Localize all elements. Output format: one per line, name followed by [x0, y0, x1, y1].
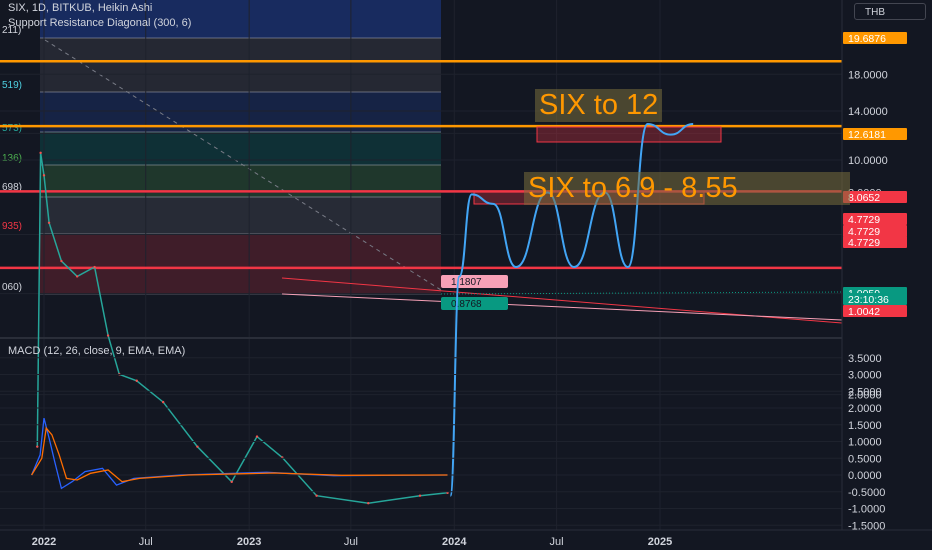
- time-tick-label: Jul: [139, 536, 153, 548]
- price-point: [42, 174, 46, 177]
- price-axis-badge-label: 12.6181: [848, 129, 886, 141]
- price-axis-badge-label: 4.7729: [848, 237, 880, 249]
- price-point: [60, 259, 63, 263]
- time-tick-label: 2023: [237, 536, 261, 548]
- price-axis-badge-label: 4.7729: [848, 214, 880, 226]
- price-axis-badge-label: 19.6876: [848, 33, 886, 45]
- fib-zones: 211)519)573)136)698)935)060): [2, 0, 442, 295]
- time-tick-label: 2024: [442, 536, 467, 548]
- price-point: [418, 494, 422, 497]
- macd-tick-label: -0.5000: [848, 487, 885, 499]
- fib-level-label: 060): [2, 282, 22, 293]
- price-point: [161, 400, 165, 404]
- currency-button[interactable]: THB: [854, 3, 926, 20]
- macd-tick-label: -1.0000: [848, 504, 885, 516]
- price-point: [315, 494, 318, 497]
- macd-tick-label: 2.0000: [848, 403, 882, 415]
- price-tick-label: 18.0000: [848, 69, 888, 81]
- time-tick-label: Jul: [344, 536, 358, 548]
- inline-price-badge-label: 0.8768: [451, 299, 482, 310]
- price-point: [93, 265, 96, 269]
- price-point: [135, 379, 138, 382]
- price-point: [255, 435, 259, 438]
- price-point: [75, 275, 79, 278]
- fib-level-label: 136): [2, 153, 22, 164]
- fib-level-label: 519): [2, 80, 22, 91]
- price-point: [106, 334, 110, 337]
- macd-tick-label: 0.0000: [848, 470, 882, 482]
- macd-tick-label: 1.0000: [848, 437, 882, 449]
- price-point: [230, 480, 233, 484]
- target-12-label[interactable]: SIX to 12: [535, 89, 663, 122]
- time-tick-label: 2025: [648, 536, 672, 548]
- price-point: [47, 221, 51, 225]
- price-point: [39, 151, 42, 155]
- price-point: [36, 445, 39, 448]
- indicator-legend[interactable]: Support Resistance Diagonal (300, 6): [8, 17, 191, 29]
- symbol-legend[interactable]: SIX, 1D, BITKUB, Heikin Ashi: [8, 2, 152, 14]
- price-point: [196, 445, 199, 448]
- chart-canvas[interactable]: 211)519)573)136)698)935)060) 1.18070.876…: [0, 0, 932, 550]
- macd-tick-label: 3.0000: [848, 370, 882, 382]
- price-axis-badge-label: 1.0042: [848, 306, 880, 318]
- price-axis-badge-label: 8.0652: [848, 192, 880, 204]
- macd-legend[interactable]: MACD (12, 26, close, 9, EMA, EMA): [8, 345, 185, 357]
- fib-zone: [40, 38, 441, 92]
- fib-level-label: 573): [2, 123, 22, 134]
- macd-tick-label: 2.5000: [848, 386, 882, 398]
- price-axis-badge-label: 23:10:36: [848, 294, 889, 306]
- fib-zone: [40, 197, 441, 234]
- fib-zone: [40, 234, 441, 294]
- macd-tick-label: 1.5000: [848, 420, 882, 432]
- target-range-label[interactable]: SIX to 6.9 - 8.55: [524, 172, 850, 205]
- target-box-12: [536, 126, 722, 143]
- time-tick-label: 2022: [32, 536, 56, 548]
- price-point: [367, 501, 370, 505]
- price-tick-label: 14.0000: [848, 106, 888, 118]
- macd-tick-label: 3.5000: [848, 353, 882, 365]
- inline-price-badge-label: 1.1807: [451, 277, 482, 288]
- fib-level-label: 935): [2, 221, 22, 232]
- price-tick-label: 10.0000: [848, 155, 888, 167]
- macd-tick-label: 0.5000: [848, 453, 882, 465]
- time-tick-label: Jul: [550, 536, 564, 548]
